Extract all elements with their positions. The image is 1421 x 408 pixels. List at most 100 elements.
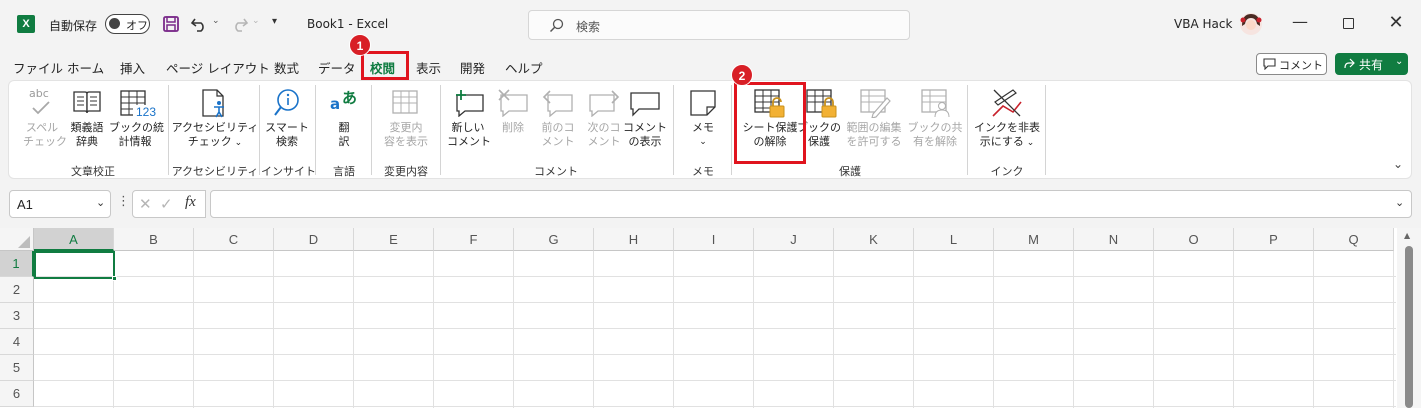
delete-comment-icon (498, 89, 528, 117)
column-header-I[interactable]: I (674, 228, 754, 251)
more-options-icon[interactable]: ⋮ (117, 194, 130, 209)
enter-icon[interactable]: ✓ (160, 195, 173, 213)
group-separator (440, 85, 441, 175)
name-box[interactable]: A1 ⌄ (9, 190, 111, 218)
formula-input[interactable]: ⌄ (210, 190, 1412, 218)
select-all-corner[interactable] (0, 228, 34, 251)
collapse-ribbon-icon[interactable]: ⌄ (1393, 157, 1403, 171)
column-gridline (433, 251, 434, 408)
translate-button[interactable]: a あ 翻 訳 (321, 87, 367, 155)
tab-home[interactable]: ホーム (67, 58, 104, 77)
autosave-state: オフ (126, 19, 148, 32)
comments-button[interactable]: コメント (1256, 53, 1327, 75)
accessibility-label-1: アクセシビリティ (171, 121, 259, 134)
delete-comment-button[interactable]: 削除 (493, 87, 533, 155)
group-separator (315, 85, 316, 175)
accessibility-label-2: チェック ⌄ (175, 135, 255, 150)
notes-button[interactable]: メモ ⌄ (681, 87, 725, 155)
worksheet-grid[interactable]: ABCDEFGHIJKLMNOPQ 123456 ▲ (0, 228, 1421, 408)
search-box[interactable]: 検索 (528, 10, 910, 40)
allow-edit-ranges-button[interactable]: 範囲の編集 を許可する (843, 87, 905, 155)
search-icon (549, 18, 564, 33)
show-comments-label-1: コメント (623, 121, 667, 134)
column-header-Q[interactable]: Q (1314, 228, 1394, 251)
column-header-E[interactable]: E (354, 228, 434, 251)
thesaurus-button[interactable]: 類義語 辞典 (65, 87, 109, 155)
row-header-3[interactable]: 3 (0, 303, 34, 329)
group-separator (168, 85, 169, 175)
row-header-6[interactable]: 6 (0, 381, 34, 407)
column-header-L[interactable]: L (914, 228, 994, 251)
tab-developer[interactable]: 開発 (460, 58, 485, 77)
column-header-D[interactable]: D (274, 228, 354, 251)
spell-check-icon (32, 101, 50, 115)
column-header-B[interactable]: B (114, 228, 194, 251)
tab-view[interactable]: 表示 (416, 58, 441, 77)
autosave-toggle[interactable]: オフ (105, 14, 150, 34)
redo-dropdown-icon[interactable]: ⌄ (252, 16, 260, 26)
close-icon[interactable]: ✕ (1381, 12, 1411, 33)
previous-comment-button[interactable]: 前のコ メント (537, 87, 579, 155)
translate-icon-b: あ (342, 89, 358, 107)
scrollbar-thumb[interactable] (1405, 246, 1413, 408)
workbook-statistics-button[interactable]: 123 ブックの統 計情報 (109, 87, 164, 155)
new-comment-button[interactable]: 新しい コメント (447, 87, 491, 155)
redo-icon[interactable] (229, 15, 249, 33)
new-comment-label-2: コメント (447, 135, 491, 148)
hide-ink-button[interactable]: インクを非表 示にする ⌄ (973, 87, 1041, 155)
undo-icon[interactable] (190, 15, 210, 33)
smart-lookup-button[interactable]: スマート 検索 (263, 87, 311, 155)
column-header-A[interactable]: A (34, 228, 114, 251)
fill-handle[interactable] (112, 276, 117, 281)
maximize-icon[interactable] (1343, 18, 1354, 29)
unshare-workbook-button[interactable]: ブックの共 有を解除 (907, 87, 963, 155)
show-changes-button[interactable]: 変更内 容を表示 (379, 87, 433, 155)
tab-formulas[interactable]: 数式 (274, 58, 299, 77)
accessibility-label-2-text: チェック (187, 135, 232, 148)
expand-formula-bar-icon[interactable]: ⌄ (1395, 196, 1404, 209)
accessibility-check-button[interactable]: アクセシビリティ チェック ⌄ (172, 87, 258, 155)
show-comments-button[interactable]: コメント の表示 (623, 87, 667, 155)
next-comment-button[interactable]: 次のコ メント (583, 87, 625, 155)
spelling-button[interactable]: abc スペル チェック (23, 87, 67, 155)
column-header-N[interactable]: N (1074, 228, 1154, 251)
column-header-O[interactable]: O (1154, 228, 1234, 251)
column-header-C[interactable]: C (194, 228, 274, 251)
row-header-2[interactable]: 2 (0, 277, 34, 303)
row-header-4[interactable]: 4 (0, 329, 34, 355)
row-header-1[interactable]: 1 (0, 251, 34, 277)
active-cell-A1[interactable] (34, 251, 115, 279)
accessibility-icon (202, 89, 224, 118)
row-header-5[interactable]: 5 (0, 355, 34, 381)
column-header-K[interactable]: K (834, 228, 914, 251)
tab-file[interactable]: ファイル (13, 58, 63, 77)
minimize-icon[interactable]: — (1285, 12, 1315, 31)
column-gridline (1153, 251, 1154, 408)
row-gridline (34, 302, 1396, 303)
previous-comment-icon (542, 90, 573, 117)
column-header-H[interactable]: H (594, 228, 674, 251)
tab-insert[interactable]: 挿入 (120, 58, 145, 77)
insert-function-icon[interactable]: fx (185, 194, 196, 211)
column-gridline (913, 251, 914, 408)
tab-data[interactable]: データ (318, 58, 356, 77)
column-gridline (1313, 251, 1314, 408)
customize-qat-icon[interactable]: ▾ (272, 16, 277, 27)
column-header-G[interactable]: G (514, 228, 594, 251)
column-header-F[interactable]: F (434, 228, 514, 251)
scroll-up-icon[interactable]: ▲ (1404, 231, 1410, 240)
tab-help[interactable]: ヘルプ (505, 58, 543, 77)
undo-dropdown-icon[interactable]: ⌄ (212, 16, 220, 26)
tab-page-layout[interactable]: ページ レイアウト (166, 58, 270, 77)
group-separator (673, 85, 674, 175)
vertical-scrollbar[interactable]: ▲ (1397, 228, 1421, 408)
share-button[interactable]: 共有 ⌄ (1335, 53, 1408, 75)
column-header-J[interactable]: J (754, 228, 834, 251)
cancel-icon[interactable]: ✕ (139, 195, 152, 213)
save-icon[interactable] (162, 15, 180, 33)
hide-ink-icon (992, 89, 1022, 117)
avatar[interactable] (1239, 12, 1263, 36)
column-header-M[interactable]: M (994, 228, 1074, 251)
column-gridline (593, 251, 594, 408)
column-header-P[interactable]: P (1234, 228, 1314, 251)
